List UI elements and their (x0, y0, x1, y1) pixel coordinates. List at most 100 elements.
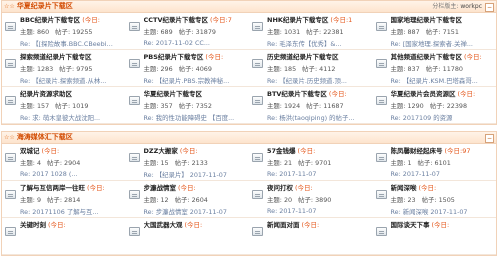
forum-grid: BBC纪录片下载专区 (今日: 主题: 860 帖子: 19255 Re: 【[探险故事… (2, 13, 496, 124)
forum-icon[interactable] (5, 22, 16, 31)
section-title[interactable]: 华夏纪录片下载区 (17, 2, 73, 10)
collapse-icon[interactable]: − (485, 134, 494, 143)
forum-name[interactable]: 大国武器大观 (今日: (144, 219, 250, 229)
forum-name[interactable]: 国际谈天下事 (今日: (391, 219, 497, 229)
forum-name[interactable]: CCTV纪录片下载专区 (今日:7 (144, 14, 250, 24)
forum-icon[interactable] (252, 190, 263, 199)
forum-stats: 主题: 1031 帖子: 22381 (267, 28, 344, 36)
forum-name[interactable]: NHK纪录片下载专区 (今日:1 (267, 14, 373, 24)
forum-name[interactable]: 华夏纪录片会员资源区 (今日: (391, 88, 497, 98)
last-post-link[interactable]: Re: 【纪录片.探索频道.从林... (20, 76, 116, 85)
forum-icon[interactable] (128, 227, 140, 236)
forum-stats: 主题: 1924 帖子: 11687 (267, 102, 344, 110)
forum-name[interactable]: 双城记 (今日: (20, 145, 126, 155)
forum-name[interactable]: 历史频道纪录片下载专区 (267, 51, 373, 61)
forum-stats: 主题: 23 帖子: 1505 (390, 196, 455, 204)
last-post-link[interactable]: Re: 求: 萌木皇彼大战沈阳... (20, 113, 116, 122)
forum-icon[interactable] (128, 22, 140, 31)
forum-icon[interactable] (252, 22, 263, 31)
forum-stats: 主题: 12 帖子: 2604 (143, 196, 208, 204)
moderator-link[interactable]: workpc (460, 3, 482, 10)
forum-stats: 主题: 1283 帖子: 9795 (20, 65, 93, 73)
forum-icon[interactable] (5, 153, 16, 162)
last-post-link[interactable]: Re: 2017-11-07 (267, 170, 363, 178)
forum-icon[interactable] (5, 59, 16, 68)
last-post-link[interactable]: Re: 【纪录片.KSM.巴塔森哥... (391, 76, 487, 85)
forum-icon[interactable] (128, 190, 140, 199)
last-post-link[interactable]: Re: 我的性功能障碍史 【百度... (144, 113, 240, 122)
forum-stats: 主题: 9 帖子: 2814 (20, 196, 81, 204)
forum-name[interactable]: 了解与互信两岸一往旺 (今日: (20, 182, 126, 192)
section-header[interactable]: ☆☆ 海涛媒体汇下载区 − (2, 132, 496, 144)
last-post-link[interactable]: Re: 20171106 了解与互... (20, 207, 116, 216)
forum-name[interactable]: 华夏纪录片下载专区 (144, 88, 250, 98)
last-post-link[interactable]: Re: 2017-11-07 (391, 170, 487, 178)
forum-icon[interactable] (128, 59, 140, 68)
forum-icon[interactable] (375, 59, 387, 68)
last-post-link[interactable]: Re: 2017-11-07 (267, 207, 363, 215)
forum-name[interactable]: 57金钱爆 (今日: (267, 145, 373, 155)
forum-stats: 主题: 357 帖子: 7352 (143, 102, 212, 110)
forum-name[interactable]: BTV纪录片下载专区 (今日: (267, 88, 373, 98)
forum-icon[interactable] (252, 96, 263, 105)
forum-name[interactable]: 陈凤馨财经起床号 (今日:97 (391, 145, 497, 155)
section-header[interactable]: ☆☆ 华夏纪录片下载区 分栏版主: workpc − (2, 1, 496, 13)
forum-stats: 主题: 21 帖子: 9701 (267, 159, 332, 167)
forum-name[interactable]: BBC纪录片下载专区 (今日: (20, 14, 126, 24)
forum-icon[interactable] (375, 96, 387, 105)
forum-icon[interactable] (128, 96, 140, 105)
last-post-link[interactable]: Re: 毛泽东传【优秀】&... (267, 39, 363, 48)
last-post-link[interactable]: Re: 【纪录片.PBS.宗教神秘... (144, 76, 240, 85)
forum-icon[interactable] (375, 227, 387, 236)
forum-name[interactable]: 其他频道纪录片下载专区 (今日: (391, 51, 497, 61)
forum-cell: 其他频道纪录片下载专区 (今日: 主题: 837 帖子: 11780 Re: 【纪录片.… (372, 50, 497, 87)
forum-stats: 主题: 15 帖子: 2133 (143, 159, 208, 167)
forum-stats: 主题: 837 帖子: 11780 (390, 65, 463, 73)
forum-name[interactable]: 探索频道纪录片下载专区 (20, 51, 126, 61)
forum-cell: 新闻深喉 (今日: 主题: 23 帖子: 1505 Re: 新闻深喉 2017-11-0… (372, 181, 497, 218)
last-post-link[interactable]: Re: 新闻深喉 2017-11-07 (391, 207, 487, 216)
last-post-link[interactable]: Re: 2017109 的资源 (391, 113, 487, 122)
forum-cell: 探索频道纪录片下载专区 主题: 1283 帖子: 9795 Re: 【纪录片.探索频道… (2, 50, 126, 87)
forum-cell: BTV纪录片下载专区 (今日: 主题: 1924 帖子: 11687 Re: 杨洪(ta… (249, 87, 373, 124)
section-title[interactable]: 海涛媒体汇下载区 (17, 133, 73, 141)
forum-icon[interactable] (128, 153, 140, 162)
forum-icon[interactable] (252, 153, 263, 162)
forum-icon[interactable] (252, 59, 263, 68)
forum-name[interactable]: 新闻面对面 (今日: (267, 219, 373, 229)
forum-cell: 关键时刻 (今日: (2, 218, 126, 255)
forum-name[interactable]: PBS纪录片下载专区 (今日: (144, 51, 250, 61)
forum-icon[interactable] (5, 190, 16, 199)
last-post-link[interactable]: Re: 杨洪(taoqiping) 的帖子... (267, 113, 363, 122)
forum-icon[interactable] (375, 22, 387, 31)
forum-name[interactable]: 国家地理纪录片下载专区 (391, 14, 497, 24)
section-media: ☆☆ 海涛媒体汇下载区 − 双城记 (今日: 主题: 4 帖子: 2904 Re: 20… (1, 131, 497, 256)
forum-icon[interactable] (375, 190, 387, 199)
forum-cell: 夜问打权 (今日: 主题: 20 帖子: 3890 Re: 2017-11-07 (249, 181, 373, 218)
last-post-link[interactable]: Re: 【纪录片.历史频道.顶... (267, 76, 363, 85)
forum-cell: 新闻面对面 (今日: (249, 218, 373, 255)
collapse-icon[interactable]: − (485, 3, 494, 12)
forum-name[interactable]: 新闻深喉 (今日: (391, 182, 497, 192)
last-post-link[interactable]: Re: 【[探险故事.BBC.CBeebies... (20, 39, 116, 48)
last-post-link[interactable]: Re: 2017-11-02 CC... (144, 39, 240, 47)
forum-name[interactable]: 夜问打权 (今日: (267, 182, 373, 192)
forum-icon[interactable] (5, 96, 16, 105)
last-post-link[interactable]: Re: [国家地理.探索者.关禅... (391, 39, 487, 48)
last-post-link[interactable]: Re: 步濂战情室 2017-11-07 (144, 207, 240, 216)
forum-name[interactable]: DZZ大搬家 (今日: (144, 145, 250, 155)
forum-icon[interactable] (375, 153, 387, 162)
forum-name[interactable]: 纪录片资源求助区 (20, 88, 126, 98)
forum-stats: 主题: 860 帖子: 19255 (20, 28, 93, 36)
forum-cell: 57金钱爆 (今日: 主题: 21 帖子: 9701 Re: 2017-11-07 (249, 144, 373, 181)
last-post-link[interactable]: Re: 2017 1028 (... (20, 170, 116, 178)
forum-name[interactable]: 步濂战情室 (今日: (144, 182, 250, 192)
forum-icon[interactable] (252, 227, 263, 236)
forum-stats: 主题: 1290 帖子: 22398 (390, 102, 468, 110)
forum-cell: 大国武器大观 (今日: (125, 218, 250, 255)
forum-cell: 华夏纪录片会员资源区 (今日: 主题: 1290 帖子: 22398 Re: 20171… (372, 87, 497, 124)
last-post-link[interactable]: Re: 【纪录片】 2017-11-07 (144, 170, 240, 179)
forum-icon[interactable] (5, 227, 16, 236)
forum-cell: 步濂战情室 (今日: 主题: 12 帖子: 2604 Re: 步濂战情室 2017-11… (125, 181, 250, 218)
forum-name[interactable]: 关键时刻 (今日: (20, 219, 126, 229)
